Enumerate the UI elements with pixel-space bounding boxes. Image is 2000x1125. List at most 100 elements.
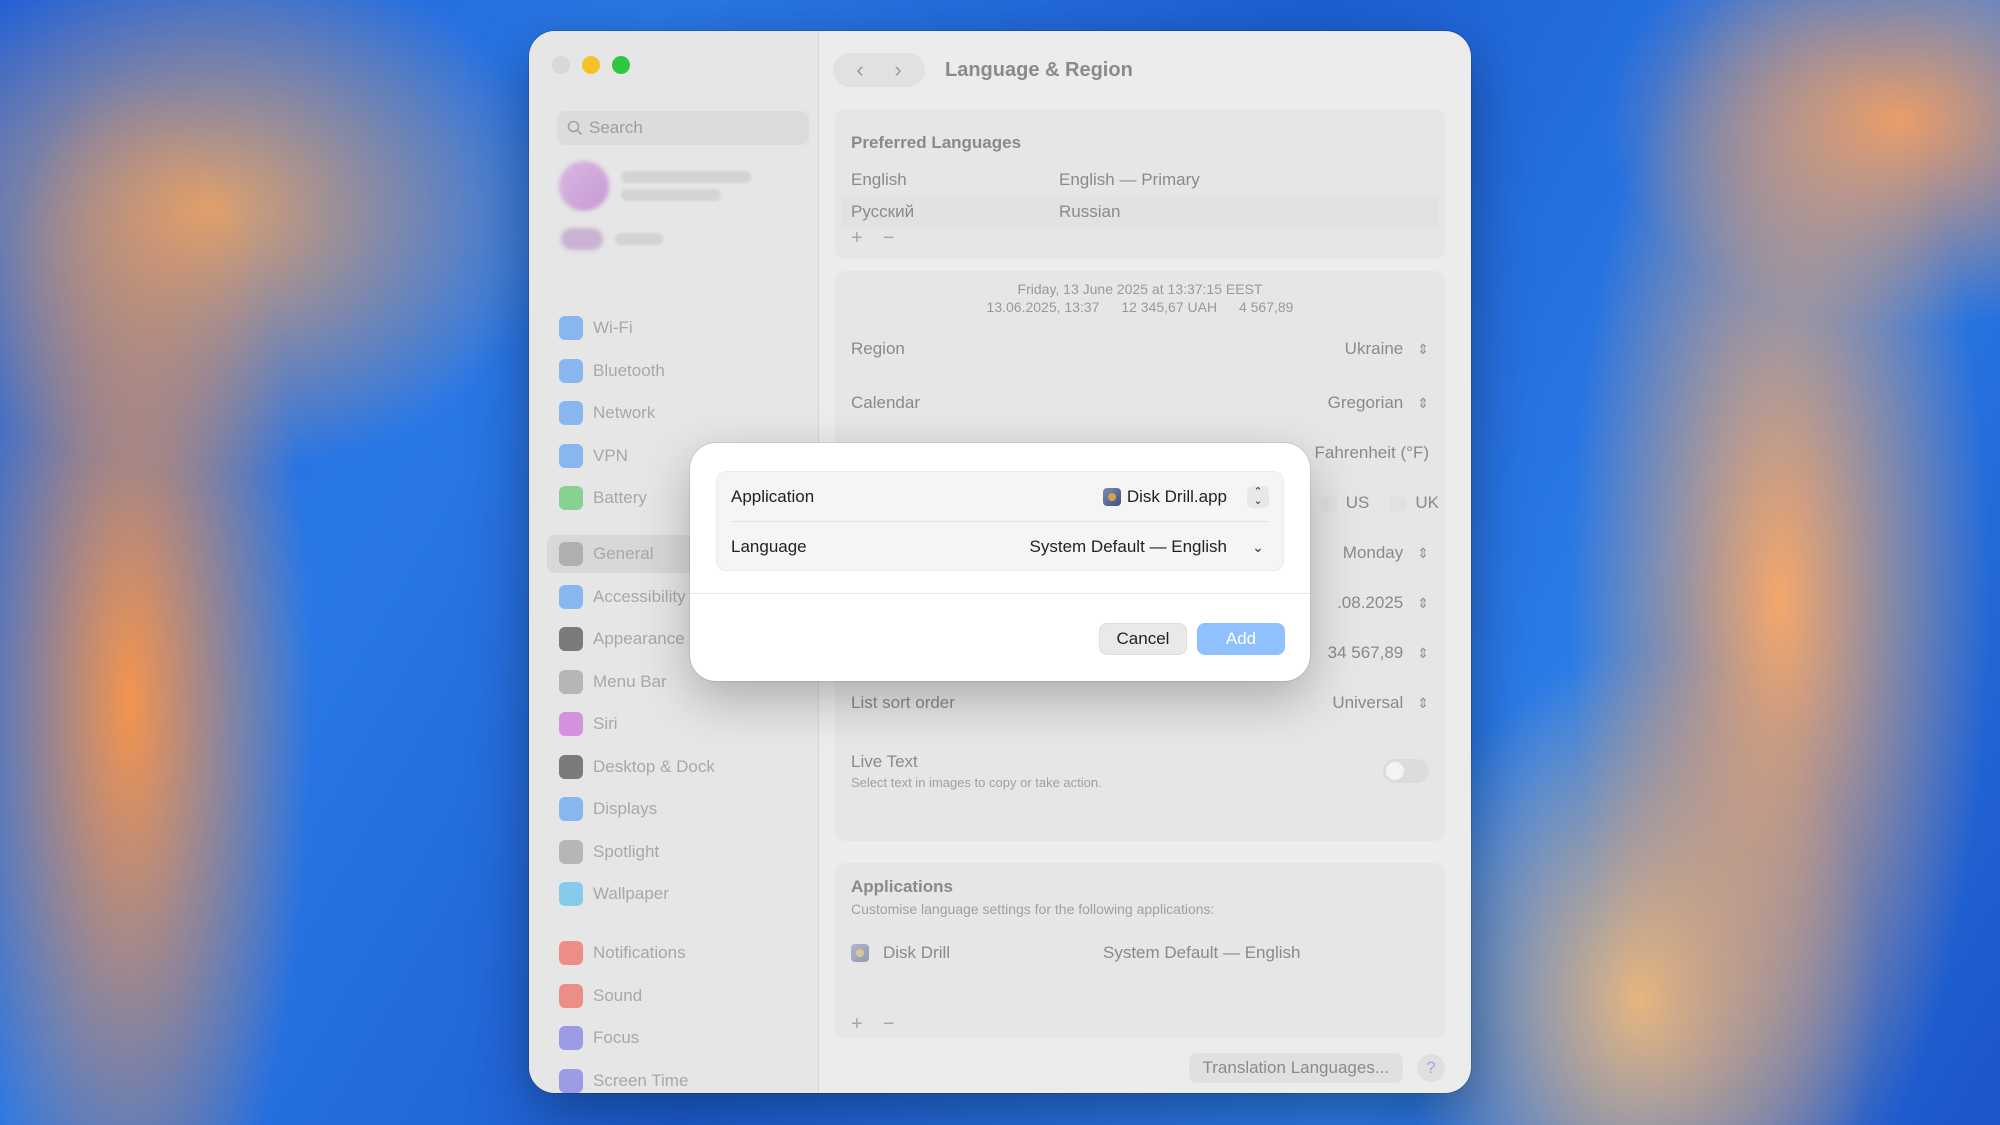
back-button[interactable]: ‹: [843, 57, 877, 83]
sidebar-item-label: Siri: [593, 714, 618, 733]
close-button[interactable]: [552, 56, 570, 74]
sidebar-item-label: Notifications: [593, 943, 686, 962]
application-name: Disk Drill: [883, 943, 951, 962]
sidebar-item-sound[interactable]: Sound: [547, 977, 809, 1015]
sidebar-item-label: Network: [593, 403, 656, 422]
remove-application-button[interactable]: −: [883, 1013, 895, 1036]
sort-order-popup[interactable]: Universal ⇕: [1332, 693, 1429, 713]
language-value: System Default — English: [1029, 537, 1227, 556]
language-name: Русский: [851, 202, 915, 221]
sidebar-item-focus[interactable]: Focus: [547, 1019, 809, 1057]
format-preview-numbers: 13.06.2025, 13:37 12 345,67 UAH 4 567,89: [835, 299, 1445, 315]
applications-title: Applications: [851, 877, 954, 896]
sidebar-item-siri[interactable]: Siri: [547, 705, 809, 743]
sidebar-item-label: General: [593, 544, 654, 563]
window-controls: [552, 56, 630, 74]
user-profile[interactable]: [559, 161, 751, 211]
temperature-popup[interactable]: Fahrenheit (°F): [1314, 443, 1429, 463]
sort-order-value: Universal: [1332, 693, 1404, 712]
live-text-label: Live Text: [851, 752, 918, 771]
measurement-us-radio[interactable]: US: [1319, 493, 1370, 513]
updown-icon: ⇕: [1417, 341, 1429, 357]
minimize-button[interactable]: [582, 56, 600, 74]
applications-desc: Customise language settings for the foll…: [851, 901, 1215, 917]
search-input[interactable]: Search: [557, 111, 809, 145]
sidebar-item-label: Accessibility: [593, 586, 686, 606]
application-value: Disk Drill.app: [1126, 486, 1227, 506]
number-format-popup[interactable]: 34 567,89 ⇕: [1328, 643, 1429, 663]
family-item[interactable]: [561, 227, 663, 251]
gear-icon: [559, 542, 583, 566]
region-label: Region: [851, 339, 905, 358]
language-row[interactable]: Русский Russian: [841, 196, 1439, 228]
sidebar-item-label: Sound: [593, 985, 643, 1005]
add-language-button[interactable]: +: [851, 227, 863, 250]
chevron-down-icon: ⌄: [1252, 538, 1264, 555]
application-popup[interactable]: Disk Drill.app ⌃ ⌄: [1102, 485, 1269, 508]
updown-icon: ⇕: [1417, 645, 1429, 661]
page-title: Language & Region: [945, 58, 1133, 81]
preferred-languages-title: Preferred Languages: [851, 133, 1022, 152]
toolbar: ‹ › Language & Region: [833, 53, 1133, 87]
application-row[interactable]: Disk Drill System Default — English: [851, 938, 1429, 968]
sidebar-item-wallpaper[interactable]: Wallpaper: [547, 875, 809, 913]
wifi-icon: [559, 316, 583, 340]
sidebar-item-network[interactable]: Network: [547, 394, 809, 432]
sidebar-item-notifications[interactable]: Notifications: [547, 934, 809, 972]
globe-icon: [559, 401, 583, 425]
date-format-popup[interactable]: .08.2025 ⇕: [1337, 593, 1429, 613]
bell-icon: [559, 941, 583, 965]
application-language: System Default — English: [1103, 943, 1301, 962]
cancel-button[interactable]: Cancel: [1099, 623, 1187, 655]
remove-language-button[interactable]: −: [883, 227, 895, 250]
first-day-popup[interactable]: Monday ⇕: [1343, 543, 1429, 563]
language-add-remove: + −: [851, 227, 894, 250]
calendar-value: Gregorian: [1327, 393, 1404, 412]
sidebar-item-wi-fi[interactable]: Wi-Fi: [547, 309, 809, 347]
live-text-desc: Select text in images to copy or take ac…: [851, 775, 1102, 790]
format-preview-currency: 12 345,67 UAH: [1121, 299, 1218, 315]
format-preview-number: 4 567,89: [1238, 299, 1294, 315]
sidebar-item-label: Menu Bar: [593, 671, 667, 691]
calendar-popup[interactable]: Gregorian ⇕: [1328, 393, 1429, 413]
language-row[interactable]: English English — Primary: [851, 164, 1429, 196]
preferred-languages-card: Preferred Languages English English — Pr…: [835, 109, 1445, 259]
sidebar-item-displays[interactable]: Displays: [547, 790, 809, 828]
live-text-toggle[interactable]: [1383, 759, 1429, 783]
add-button[interactable]: Add: [1197, 623, 1285, 655]
family-avatar: [561, 228, 603, 250]
region-popup[interactable]: Ukraine ⇕: [1345, 339, 1429, 359]
region-row: Region Ukraine ⇕: [851, 331, 1429, 367]
translation-languages-button[interactable]: Translation Languages...: [1188, 1053, 1403, 1083]
language-name: English: [851, 170, 907, 189]
zoom-button[interactable]: [612, 56, 630, 74]
sidebar-item-label: Displays: [593, 799, 658, 818]
sidebar-item-spotlight[interactable]: Spotlight: [547, 833, 809, 871]
menubar-icon: [559, 669, 583, 694]
number-format-value: 34 567,89: [1327, 643, 1404, 662]
footer: Translation Languages... ?: [1188, 1053, 1445, 1083]
measurement-uk-radio[interactable]: UK: [1389, 493, 1439, 513]
language-field-row: Language System Default — English ⌄: [731, 522, 1269, 572]
moon-icon: [559, 1026, 583, 1050]
measurement-us-label: US: [1345, 493, 1370, 512]
sidebar-item-label: Appearance: [593, 629, 685, 648]
displays-icon: [559, 797, 583, 821]
add-application-dialog: Application Disk Drill.app ⌃ ⌄ Language S…: [690, 443, 1310, 681]
add-application-button[interactable]: +: [851, 1013, 863, 1036]
sidebar-item-screen-time[interactable]: Screen Time: [547, 1062, 809, 1094]
forward-button[interactable]: ›: [881, 57, 915, 83]
search-placeholder: Search: [589, 118, 643, 137]
sidebar-group-notifications: Notifications Sound Focus Screen Time: [547, 934, 809, 1093]
sidebar-item-bluetooth[interactable]: Bluetooth: [547, 352, 809, 390]
live-text-row: Live Text Select text in images to copy …: [851, 749, 1429, 793]
updown-icon: ⌃ ⌄: [1247, 485, 1269, 508]
format-preview-short-date: 13.06.2025, 13:37: [986, 299, 1100, 315]
calendar-label: Calendar: [851, 393, 920, 412]
wallpaper-icon: [559, 882, 583, 906]
help-button[interactable]: ?: [1417, 1054, 1445, 1082]
language-dropdown[interactable]: System Default — English ⌄: [1030, 536, 1269, 558]
appearance-icon: [559, 627, 583, 651]
sidebar-item-desktop-dock[interactable]: Desktop & Dock: [547, 748, 809, 786]
sidebar-item-label: VPN: [593, 445, 628, 465]
